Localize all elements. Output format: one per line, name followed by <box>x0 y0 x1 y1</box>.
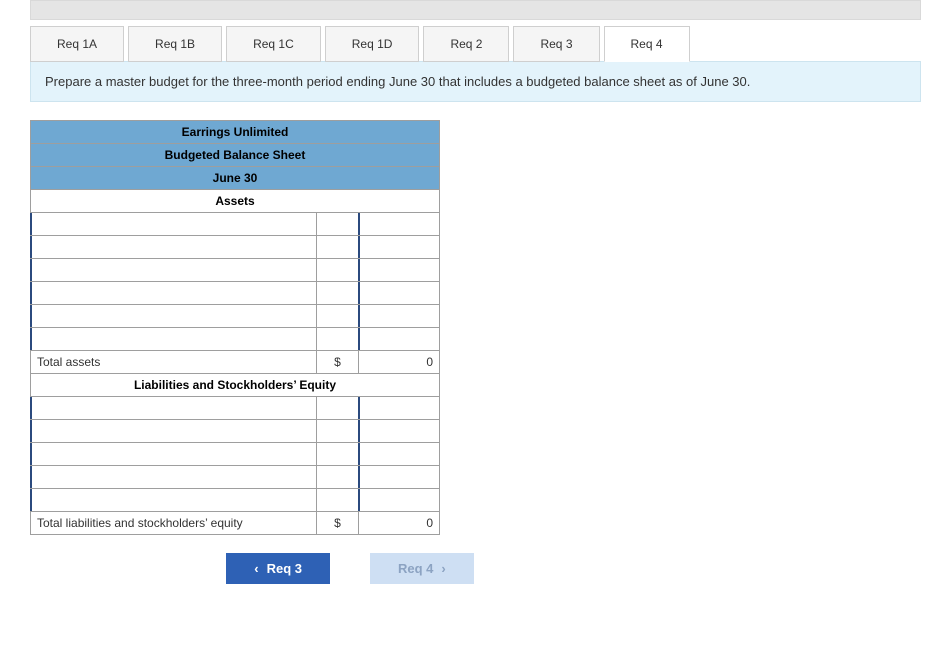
liab-label-input-4[interactable] <box>31 466 317 489</box>
next-label: Req 4 <box>398 561 433 576</box>
liab-val-input-3[interactable] <box>359 443 440 466</box>
asset-val-input-1[interactable] <box>359 213 440 236</box>
asset-label-input-6[interactable] <box>31 328 317 351</box>
asset-sym-1[interactable] <box>316 213 358 236</box>
balance-sheet: Earrings Unlimited Budgeted Balance Shee… <box>30 120 921 535</box>
liab-val-input-5[interactable] <box>359 489 440 512</box>
liabilities-header: Liabilities and Stockholders’ Equity <box>31 374 440 397</box>
company-header: Earrings Unlimited <box>31 121 440 144</box>
total-assets-val: 0 <box>359 351 440 374</box>
liab-val-input-4[interactable] <box>359 466 440 489</box>
asset-val-input-3[interactable] <box>359 259 440 282</box>
asset-label-input-2[interactable] <box>31 236 317 259</box>
asset-label-input-1[interactable] <box>31 213 317 236</box>
asset-sym-4[interactable] <box>316 282 358 305</box>
asset-sym-3[interactable] <box>316 259 358 282</box>
chevron-left-icon: ‹ <box>254 561 258 576</box>
total-liab-sym: $ <box>316 512 358 535</box>
tab-req-1b[interactable]: Req 1B <box>128 26 222 62</box>
liab-label-input-3[interactable] <box>31 443 317 466</box>
asset-val-input-4[interactable] <box>359 282 440 305</box>
liab-sym-5[interactable] <box>316 489 358 512</box>
asset-val-input-6[interactable] <box>359 328 440 351</box>
tab-req-4[interactable]: Req 4 <box>604 26 690 62</box>
tab-req-3[interactable]: Req 3 <box>513 26 599 62</box>
report-header: Budgeted Balance Sheet <box>31 144 440 167</box>
liab-label-input-5[interactable] <box>31 489 317 512</box>
prev-label: Req 3 <box>267 561 302 576</box>
tab-req-2[interactable]: Req 2 <box>423 26 509 62</box>
tab-req-1a[interactable]: Req 1A <box>30 26 124 62</box>
pager: ‹ Req 3 Req 4 › <box>30 553 670 584</box>
chevron-right-icon: › <box>441 561 445 576</box>
asset-label-input-3[interactable] <box>31 259 317 282</box>
liab-val-input-1[interactable] <box>359 397 440 420</box>
assets-header: Assets <box>31 190 440 213</box>
toolbar-bar <box>30 0 921 20</box>
total-liab-val: 0 <box>359 512 440 535</box>
asset-sym-6[interactable] <box>316 328 358 351</box>
tab-req-1c[interactable]: Req 1C <box>226 26 321 62</box>
total-assets-label: Total assets <box>31 351 317 374</box>
tab-strip: Req 1A Req 1B Req 1C Req 1D Req 2 Req 3 … <box>30 26 921 62</box>
asset-val-input-2[interactable] <box>359 236 440 259</box>
tab-req-1d[interactable]: Req 1D <box>325 26 420 62</box>
next-button[interactable]: Req 4 › <box>370 553 474 584</box>
liab-val-input-2[interactable] <box>359 420 440 443</box>
page: Req 1A Req 1B Req 1C Req 1D Req 2 Req 3 … <box>0 0 951 614</box>
prev-button[interactable]: ‹ Req 3 <box>226 553 330 584</box>
liab-label-input-1[interactable] <box>31 397 317 420</box>
instruction-text: Prepare a master budget for the three-mo… <box>30 61 921 102</box>
liab-sym-1[interactable] <box>316 397 358 420</box>
asset-label-input-4[interactable] <box>31 282 317 305</box>
liab-sym-3[interactable] <box>316 443 358 466</box>
asset-label-input-5[interactable] <box>31 305 317 328</box>
total-assets-sym: $ <box>316 351 358 374</box>
asset-sym-5[interactable] <box>316 305 358 328</box>
asset-sym-2[interactable] <box>316 236 358 259</box>
date-header: June 30 <box>31 167 440 190</box>
liab-label-input-2[interactable] <box>31 420 317 443</box>
liab-sym-2[interactable] <box>316 420 358 443</box>
liab-sym-4[interactable] <box>316 466 358 489</box>
asset-val-input-5[interactable] <box>359 305 440 328</box>
total-liab-label: Total liabilities and stockholders’ equi… <box>31 512 317 535</box>
